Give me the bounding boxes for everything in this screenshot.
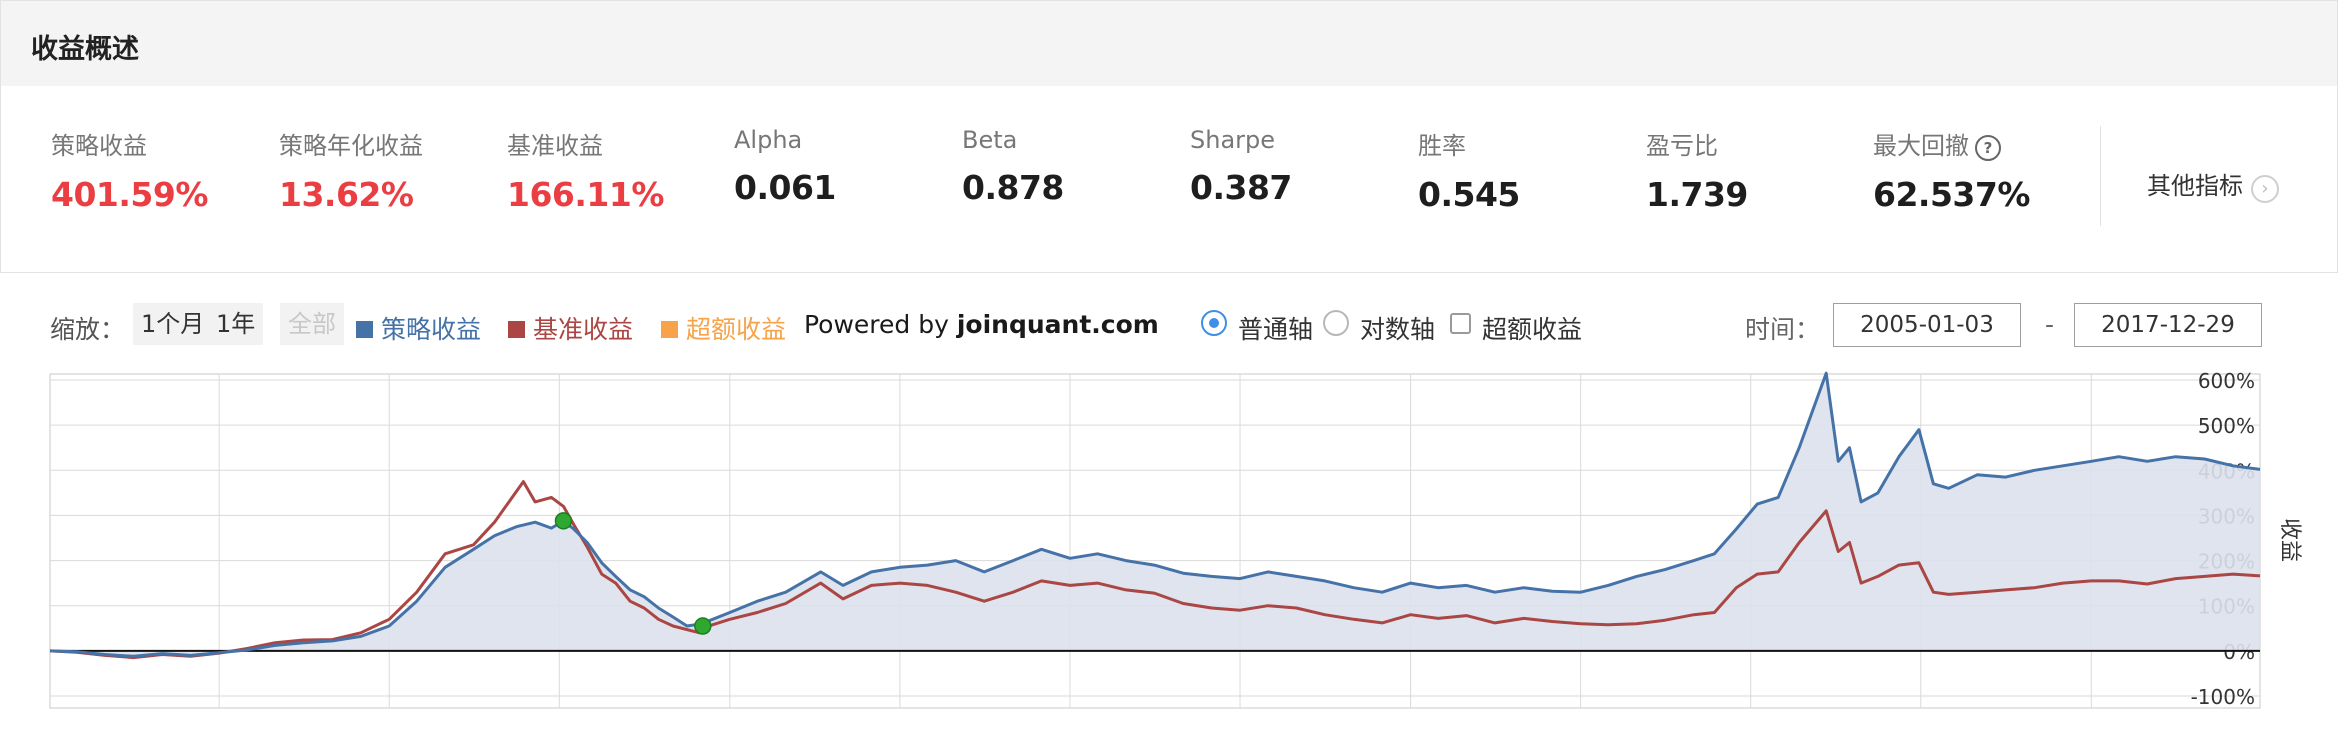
metric-label-wrap: 最大回撤? [1873, 126, 2030, 161]
excess-return-checkbox-label: 超额收益 [1482, 315, 1583, 344]
metric-label: 盈亏比 [1646, 132, 1718, 160]
zoom-1-year-button[interactable]: 1年 [208, 303, 264, 345]
chart-toolbar: 缩放： 1个月 1年 全部 策略收益 基准收益 超额收益 Powered by … [0, 300, 2338, 352]
log-axis-label: 对数轴 [1360, 315, 1436, 344]
legend-swatch [661, 321, 678, 338]
drawdown-marker [554, 512, 573, 530]
metric-alpha: Alpha 0.061 [734, 126, 836, 207]
metric-value: 0.878 [962, 168, 1064, 207]
metric-value: 401.59% [51, 175, 208, 214]
metric-value: 0.061 [734, 168, 836, 207]
metric-sharpe: Sharpe 0.387 [1190, 126, 1292, 207]
y-tick-label: -100% [2191, 685, 2255, 709]
end-date-input[interactable] [2074, 303, 2262, 347]
y-tick-label: 500% [2198, 414, 2255, 438]
zoom-all-button[interactable]: 全部 [280, 303, 344, 345]
metric-value: 62.537% [1873, 175, 2030, 214]
metric-annual-return: 策略年化收益 13.62% [279, 126, 423, 214]
y-axis-title: 收益 [2277, 518, 2302, 562]
metrics-divider [2100, 126, 2101, 226]
metric-strategy-return: 策略收益 401.59% [51, 126, 208, 214]
chevron-right-circle-icon: › [2251, 175, 2279, 203]
powered-by-credit: Powered by joinquant.com [804, 310, 1159, 339]
metric-label: Beta [962, 126, 1018, 154]
other-metrics-link[interactable]: 其他指标 › [2147, 166, 2279, 203]
metric-value: 0.387 [1190, 168, 1292, 207]
metric-label: 策略收益 [51, 132, 147, 160]
powered-site: joinquant.com [956, 310, 1159, 339]
metric-label: 胜率 [1418, 132, 1466, 160]
powered-prefix: Powered by [804, 310, 957, 339]
metric-beta: Beta 0.878 [962, 126, 1064, 207]
drawdown-marker [694, 617, 712, 635]
legend-swatch [508, 321, 525, 338]
metrics-panel: 策略收益 401.59% 策略年化收益 13.62% 基准收益 166.11% … [0, 86, 2338, 273]
legend-item-benchmark[interactable]: 基准收益 [508, 310, 633, 346]
time-label: 时间： [1745, 315, 1821, 344]
excess-return-checkbox[interactable] [1450, 313, 1471, 334]
legend-item-excess[interactable]: 超额收益 [661, 310, 786, 346]
metric-value: 1.739 [1646, 175, 1748, 214]
zoom-label: 缩放： [50, 315, 126, 344]
y-tick-label: 600% [2198, 369, 2255, 393]
metric-label: 策略年化收益 [279, 132, 423, 160]
question-circle-icon[interactable]: ? [1975, 135, 2001, 161]
log-axis-radio[interactable] [1323, 310, 1349, 336]
returns-chart[interactable]: 600%500%400%300%200%100%0%-100%收益 [0, 360, 2338, 720]
date-separator: - [2045, 310, 2055, 339]
section-header: 收益概述 [0, 0, 2338, 86]
metric-label: 最大回撤 [1873, 132, 1969, 160]
zoom-1-month-button[interactable]: 1个月 [133, 303, 213, 345]
metric-profit-loss-ratio: 盈亏比 1.739 [1646, 126, 1748, 214]
linear-axis-radio[interactable] [1201, 310, 1227, 336]
metric-max-drawdown: 最大回撤? 62.537% [1873, 126, 2030, 214]
legend-label: 策略收益 [381, 315, 482, 344]
metric-value: 13.62% [279, 175, 414, 214]
metric-label: 基准收益 [507, 132, 603, 160]
other-metrics-label: 其他指标 [2147, 172, 2243, 200]
section-title: 收益概述 [31, 34, 139, 65]
linear-axis-label: 普通轴 [1238, 315, 1314, 344]
metric-benchmark-return: 基准收益 166.11% [507, 126, 664, 214]
metric-value: 0.545 [1418, 175, 1520, 214]
legend-swatch [356, 321, 373, 338]
legend-label: 超额收益 [686, 315, 787, 344]
legend-label: 基准收益 [533, 315, 634, 344]
metric-win-rate: 胜率 0.545 [1418, 126, 1520, 214]
legend-item-strategy[interactable]: 策略收益 [356, 310, 481, 346]
metric-label: Sharpe [1190, 126, 1276, 154]
metric-label: Alpha [734, 126, 803, 154]
start-date-input[interactable] [1833, 303, 2021, 347]
metric-value: 166.11% [507, 175, 664, 214]
